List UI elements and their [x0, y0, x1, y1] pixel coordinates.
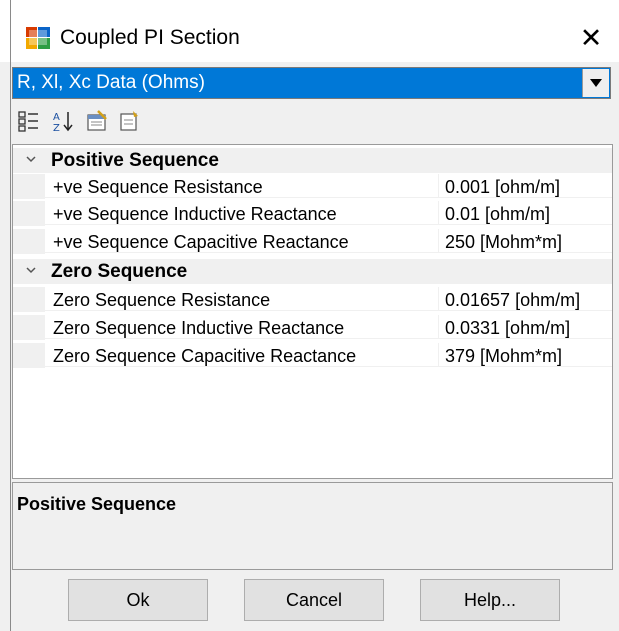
property-row[interactable]: +ve Sequence Capacitive Reactance 250 [M… — [13, 229, 612, 254]
chevron-down-icon[interactable] — [23, 151, 39, 169]
property-name: Zero Sequence Capacitive Reactance — [53, 346, 357, 366]
ok-button[interactable]: Ok — [68, 579, 208, 621]
property-value: 0.001 [ohm/m] — [445, 177, 561, 197]
app-icon — [26, 27, 50, 49]
title-bar: Coupled PI Section ✕ — [0, 0, 619, 62]
property-value: 250 [Mohm*m] — [445, 232, 563, 252]
dropdown-button[interactable] — [582, 69, 609, 97]
chevron-down-icon[interactable] — [23, 262, 39, 280]
property-row[interactable]: +ve Sequence Inductive Reactance 0.01 [o… — [13, 201, 612, 226]
property-name: +ve Sequence Resistance — [53, 177, 263, 197]
property-name: Zero Sequence Inductive Reactance — [53, 318, 345, 338]
property-value: 0.01657 [ohm/m] — [445, 290, 581, 310]
svg-text:A: A — [53, 112, 60, 123]
property-name: +ve Sequence Capacitive Reactance — [53, 232, 349, 252]
property-row[interactable]: Zero Sequence Inductive Reactance 0.0331… — [13, 315, 612, 340]
dropdown-selected-value: R, Xl, Xc Data (Ohms) — [17, 72, 205, 93]
property-row[interactable]: Zero Sequence Resistance 0.01657 [ohm/m] — [13, 287, 612, 312]
data-format-dropdown[interactable]: R, Xl, Xc Data (Ohms) — [12, 67, 611, 99]
category-label: Zero Sequence — [51, 261, 188, 282]
category-positive-sequence[interactable]: Positive Sequence — [13, 148, 612, 173]
property-toolbar: A Z — [12, 103, 611, 141]
property-row[interactable]: Zero Sequence Capacitive Reactance 379 [… — [13, 343, 612, 368]
window-border — [10, 0, 11, 631]
category-label: Positive Sequence — [51, 150, 219, 171]
property-grid: Positive Sequence +ve Sequence Resistanc… — [12, 144, 613, 479]
dialog-window: Coupled PI Section ✕ R, Xl, Xc Data (Ohm… — [0, 0, 619, 631]
property-name: +ve Sequence Inductive Reactance — [53, 204, 337, 224]
svg-text:Z: Z — [53, 123, 60, 132]
property-name: Zero Sequence Resistance — [53, 290, 271, 310]
help-button[interactable]: Help... — [420, 579, 560, 621]
events-icon[interactable] — [118, 110, 140, 132]
close-icon[interactable]: ✕ — [574, 22, 608, 54]
alphabetical-sort-icon[interactable]: A Z — [52, 110, 74, 132]
description-panel: Positive Sequence — [12, 482, 613, 570]
property-value: 379 [Mohm*m] — [445, 346, 563, 366]
category-zero-sequence[interactable]: Zero Sequence — [13, 259, 612, 284]
chevron-down-icon — [590, 79, 602, 87]
property-row[interactable]: +ve Sequence Resistance 0.001 [ohm/m] — [13, 174, 612, 199]
window-title: Coupled PI Section — [60, 26, 240, 49]
description-title: Positive Sequence — [17, 494, 177, 514]
cancel-button[interactable]: Cancel — [244, 579, 384, 621]
property-value: 0.0331 [ohm/m] — [445, 318, 571, 338]
categorized-icon[interactable] — [18, 110, 40, 132]
property-pages-icon[interactable] — [86, 110, 108, 132]
property-value: 0.01 [ohm/m] — [445, 204, 551, 224]
